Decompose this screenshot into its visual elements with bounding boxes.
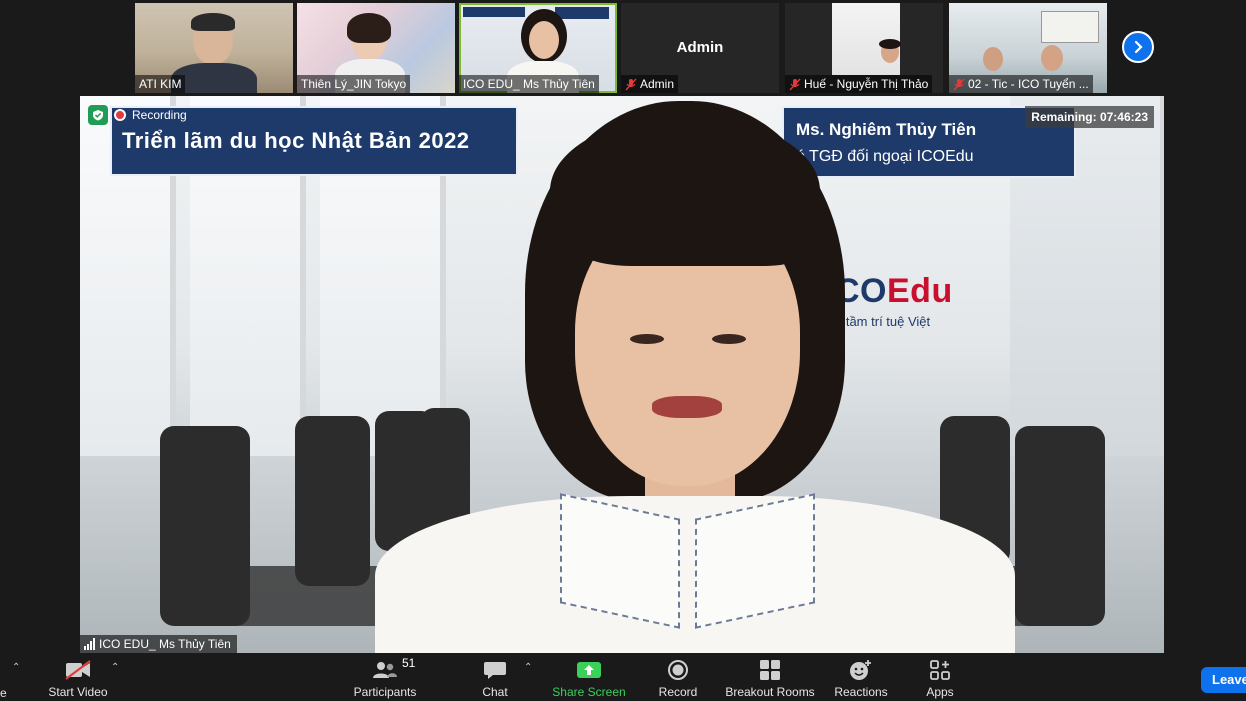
- recording-dot-icon: [114, 109, 126, 121]
- chat-icon: [483, 658, 507, 682]
- leave-button[interactable]: Leave: [1201, 667, 1246, 693]
- mic-off-icon: [625, 78, 637, 90]
- background-chair: [1015, 426, 1105, 626]
- speaker-eye: [712, 334, 746, 344]
- start-video-button[interactable]: Start Video: [44, 656, 112, 701]
- participant-face: [983, 47, 1003, 71]
- caret-up-icon[interactable]: ⌃: [111, 662, 119, 673]
- participant-tile-active[interactable]: ICO EDU_ Ms Thủy Tiên: [459, 3, 617, 93]
- apps-icon: [929, 658, 951, 682]
- company-tagline: g tầm trí tuệ Việt: [835, 314, 931, 329]
- logo-edu: Edu: [887, 272, 953, 310]
- share-screen-label: Share Screen: [552, 685, 626, 699]
- participant-tile[interactable]: Thiên Lý_JIN Tokyo: [297, 3, 455, 93]
- participant-name: ICO EDU_ Ms Thủy Tiên: [459, 75, 599, 93]
- participant-name: Huế - Nguyễn Thị Thảo: [785, 75, 933, 93]
- background-chair: [160, 426, 250, 626]
- signal-icon: [84, 638, 95, 650]
- participant-video: [529, 21, 559, 59]
- event-banner-text: Triển lãm du học Nhật Bản 2022: [122, 128, 470, 153]
- shield-icon[interactable]: [88, 105, 108, 125]
- thumbnail-banner: [555, 7, 609, 19]
- participants-icon: 51: [372, 656, 415, 682]
- remaining-time: Remaining: 07:46:23: [1025, 106, 1154, 128]
- next-page-icon: [1134, 40, 1143, 54]
- company-logo: COEdu: [835, 272, 953, 311]
- thumbnail-banner: [463, 7, 525, 17]
- breakout-rooms-button[interactable]: Breakout Rooms: [722, 656, 818, 701]
- record-button[interactable]: Record: [654, 656, 702, 701]
- participant-name: Thiên Lý_JIN Tokyo: [297, 75, 411, 93]
- start-video-label: Start Video: [48, 685, 108, 699]
- reactions-label: Reactions: [834, 685, 888, 699]
- wall-poster: [1041, 11, 1099, 43]
- participant-name-text: ICO EDU_ Ms Thủy Tiên: [463, 77, 595, 91]
- speaker-bangs: [550, 116, 820, 266]
- participant-name-text: ATI KIM: [139, 77, 182, 91]
- participant-display-name: Admin: [676, 39, 724, 56]
- video-off-icon: [64, 658, 92, 682]
- apps-label: Apps: [926, 685, 954, 699]
- share-screen-button[interactable]: Share Screen: [551, 656, 627, 701]
- participant-hair: [879, 39, 901, 49]
- speaker-name-label: ICO EDU_ Ms Thủy Tiên: [80, 635, 237, 653]
- active-speaker-video: Triển lãm du học Nhật Bản 2022 Ms. Nghiê…: [80, 96, 1164, 653]
- participant-face: [1041, 45, 1063, 71]
- record-icon: [667, 658, 689, 682]
- caret-up-icon[interactable]: ⌃: [524, 662, 532, 673]
- reactions-button[interactable]: Reactions: [832, 656, 890, 701]
- participant-name-text: Thiên Lý_JIN Tokyo: [301, 77, 407, 91]
- participants-label: Participants: [353, 685, 417, 699]
- chat-label: Chat: [482, 685, 508, 699]
- speaker-eye: [630, 334, 664, 344]
- participant-name: ATI KIM: [135, 75, 186, 93]
- meeting-toolbar: e ⌃ Start Video ⌃ 51 Participants Chat ⌃…: [0, 656, 1246, 701]
- record-label: Record: [658, 685, 698, 699]
- participant-tile[interactable]: Huế - Nguyễn Thị Thảo: [785, 3, 943, 93]
- participant-hair: [347, 13, 391, 43]
- recording-indicator[interactable]: Recording: [88, 104, 187, 126]
- share-screen-icon: [576, 658, 602, 682]
- mic-off-icon: [953, 78, 965, 90]
- background-chair: [420, 408, 470, 528]
- participant-name-text: Admin: [640, 77, 675, 91]
- apps-button[interactable]: Apps: [920, 656, 960, 701]
- speaker-name-text: ICO EDU_ Ms Thủy Tiên: [99, 637, 231, 651]
- participants-count: 51: [402, 656, 416, 670]
- breakout-rooms-icon: [759, 658, 781, 682]
- chat-button[interactable]: Chat: [474, 656, 516, 701]
- participant-name-text: Huế - Nguyễn Thị Thảo: [804, 77, 929, 91]
- reactions-icon: [849, 658, 873, 682]
- participant-tile[interactable]: 02 - Tic - ICO Tuyển ...: [949, 3, 1107, 93]
- participant-name: 02 - Tic - ICO Tuyển ...: [949, 75, 1093, 93]
- speaker-mouth: [652, 396, 722, 418]
- next-page-button[interactable]: [1122, 31, 1154, 63]
- participants-button[interactable]: 51 Participants: [350, 656, 420, 701]
- participant-tile[interactable]: ATI KIM: [135, 3, 293, 93]
- background-chair: [295, 416, 370, 586]
- breakout-rooms-label: Breakout Rooms: [725, 685, 815, 699]
- speaker-banner-title: ó TGĐ đối ngoại ICOEdu: [796, 148, 974, 165]
- participant-name-text: 02 - Tic - ICO Tuyển ...: [968, 77, 1089, 91]
- participant-tile[interactable]: Admin Admin: [621, 3, 779, 93]
- participant-strip: ATI KIM Thiên Lý_JIN Tokyo ICO EDU_ Ms T…: [0, 0, 1246, 96]
- participant-name: Admin: [621, 75, 679, 93]
- mic-off-icon: [789, 78, 801, 90]
- leave-label: Leave: [1212, 672, 1246, 687]
- caret-up-icon[interactable]: ⌃: [12, 662, 20, 673]
- recording-label: Recording: [132, 108, 187, 122]
- participant-hair: [191, 13, 235, 31]
- toolbar-edge-label[interactable]: e: [0, 686, 7, 700]
